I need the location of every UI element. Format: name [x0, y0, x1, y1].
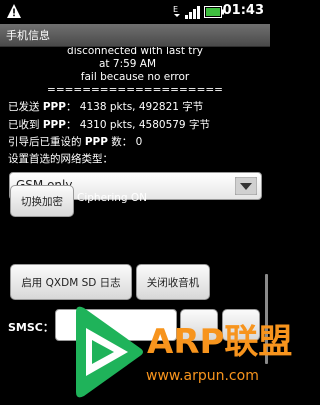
smsc-label: SMSC： — [8, 321, 54, 334]
ppp-sent-row: 已发送 PPP： 4138 pkts, 492821 字节 — [8, 99, 203, 114]
title-bar: 手机信息 — [0, 24, 270, 47]
close-radio-label: 关闭收音机 — [146, 277, 200, 289]
signal-icon — [185, 6, 200, 19]
enable-qxdm-log-button[interactable]: 启用 QXDM SD 日志 — [10, 264, 132, 300]
toggle-cipher-button[interactable]: 切换加密 — [10, 185, 74, 217]
ppp-sent-ppp: PPP — [42, 101, 66, 113]
network-type-label: 设置首选的网络类型： — [8, 153, 113, 165]
ppp-sent-value: ： 4138 pkts, 492821 字节 — [65, 101, 204, 113]
toggle-cipher-label: 切换加密 — [21, 196, 63, 208]
ppp-recv-row: 已收到 PPP： 4310 pkts, 4580579 字节 — [8, 117, 210, 132]
ppp-reset-ppp: PPP — [84, 136, 108, 148]
ppp-recv-ppp: PPP — [42, 119, 66, 131]
ppp-reset-row: 引导后已重设的 PPP 数： 0 — [8, 134, 142, 149]
watermark-url: www.arpun.com — [146, 368, 259, 384]
play-logo-icon — [76, 306, 143, 398]
svg-text:E: E — [173, 5, 178, 14]
clock: 01:43 — [222, 3, 264, 18]
ppp-reset-value: 数： 0 — [107, 136, 143, 148]
divider: ==================== — [47, 84, 223, 96]
ciphering-status: Ciphering ON — [77, 192, 148, 204]
status-icons: E — [172, 4, 224, 20]
status-bar: E 01:43 — [0, 0, 270, 24]
page-title: 手机信息 — [6, 29, 50, 42]
data-transfer-icon: E — [173, 5, 180, 17]
enable-qxdm-log-label: 启用 QXDM SD 日志 — [21, 277, 121, 289]
connection-status-line1: disconnected with last try — [67, 47, 203, 57]
ppp-recv-label: 已收到 — [8, 119, 43, 131]
battery-icon — [204, 6, 224, 18]
warning-icon — [7, 4, 21, 18]
watermark-logo: ARP联盟 www.arpun.com — [70, 302, 292, 405]
ppp-sent-label: 已发送 — [8, 101, 43, 113]
watermark-title: ARP联盟 — [147, 322, 293, 362]
connection-status-line2: at 7:59 AM — [99, 58, 157, 70]
connection-status-line3: fail because no error — [80, 71, 190, 83]
close-radio-button[interactable]: 关闭收音机 — [136, 264, 210, 300]
ppp-recv-value: ： 4310 pkts, 4580579 字节 — [65, 119, 210, 131]
ppp-reset-label: 引导后已重设的 — [8, 136, 85, 148]
dropdown-arrow-icon — [235, 177, 257, 195]
